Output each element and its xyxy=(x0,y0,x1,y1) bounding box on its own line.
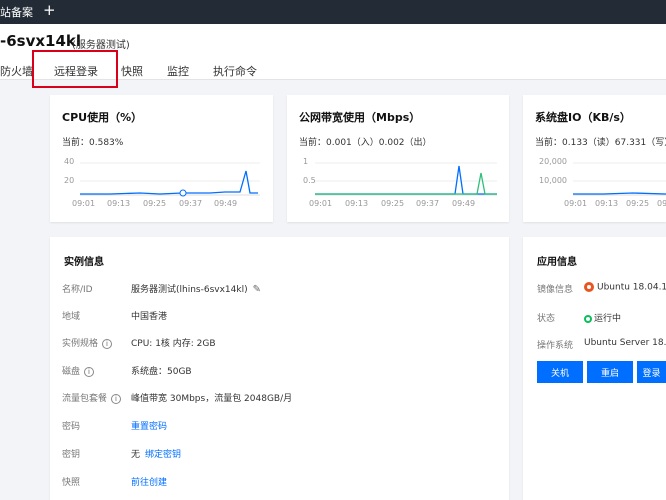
info-value-key: 无 xyxy=(131,450,141,460)
login-button[interactable]: 登录 xyxy=(637,361,666,383)
instance-tag: (服务器测试) xyxy=(72,40,130,51)
spec-label-text: 实例规格 xyxy=(62,339,99,349)
cpu-x-tick: 09:49 xyxy=(214,199,238,208)
shutdown-button[interactable]: 关机 xyxy=(537,361,583,383)
cpu-x-tick: 09:37 xyxy=(179,199,203,208)
instance-info-card: 实例信息 名称/ID 服务器测试(lhins-6svx14kl) ✎ 地域 中国香… xyxy=(50,237,509,500)
tab-monitor[interactable]: 监控 xyxy=(167,63,189,79)
info-label-snapshot: 快照 xyxy=(62,478,81,488)
app-label-os: 操作系统 xyxy=(537,341,574,351)
cpu-x-tick: 09:25 xyxy=(143,199,167,208)
cpu-hover-point xyxy=(179,189,187,197)
app-label-image: 镜像信息 xyxy=(537,285,574,295)
network-x-tick: 09:25 xyxy=(381,199,405,208)
info-label-traffic: 流量包套餐 i xyxy=(62,391,122,404)
running-status-icon xyxy=(584,314,592,323)
cpu-series-line xyxy=(80,170,258,195)
info-label-key: 密钥 xyxy=(62,450,81,460)
tab-firewall[interactable]: 防火墙 xyxy=(0,63,33,79)
info-value-spec: CPU: 1核 内存: 2GB xyxy=(131,339,216,349)
app-value-image: Ubuntu 18.04.1 LTS xyxy=(584,282,666,293)
info-label-disk: 磁盘 i xyxy=(62,364,95,377)
traffic-info-icon[interactable]: i xyxy=(111,393,122,404)
disk-x-tick: 09:13 xyxy=(595,199,619,208)
info-value-traffic: 峰值带宽 30Mbps，流量包 2048GB/月 xyxy=(131,394,293,404)
app-label-status: 状态 xyxy=(537,314,556,324)
network-x-tick: 09:01 xyxy=(309,199,333,208)
info-label-name-id: 名称/ID xyxy=(62,285,93,295)
info-value-disk: 系统盘：50GB xyxy=(131,367,192,377)
network-chart-card: 公网带宽使用（Mbps） 当前：0.001（入）0.002（出） 1 0.5 0… xyxy=(287,95,509,222)
instance-name-id-text: 服务器测试(lhins-6svx14kl) xyxy=(131,285,248,295)
network-x-tick: 09:13 xyxy=(345,199,369,208)
cpu-x-tick: 09:13 xyxy=(107,199,131,208)
instance-info-title: 实例信息 xyxy=(64,257,104,268)
app-value-status: 运行中 xyxy=(584,311,621,324)
add-tab-icon[interactable]: + xyxy=(43,1,56,19)
disk-series-line xyxy=(573,192,666,195)
disk-x-tick: 09:25 xyxy=(626,199,650,208)
cpu-x-tick: 09:01 xyxy=(72,199,96,208)
status-value-text: 运行中 xyxy=(594,314,622,324)
image-value-text: Ubuntu 18.04.1 LTS xyxy=(597,282,666,293)
tab-snapshot[interactable]: 快照 xyxy=(121,63,143,79)
disk-io-chart-card: 系统盘IO（KB/s） 当前：0.133（读）67.331（写） 20,000 … xyxy=(523,95,666,222)
network-x-tick: 09:49 xyxy=(452,199,476,208)
disk-x-tick: 09:01 xyxy=(564,199,588,208)
info-label-password: 密码 xyxy=(62,422,81,432)
reset-password-link[interactable]: 重置密码 xyxy=(131,419,167,432)
info-value-name-id: 服务器测试(lhins-6svx14kl) ✎ xyxy=(131,282,261,295)
network-in-series-line xyxy=(315,165,497,195)
spec-info-icon[interactable]: i xyxy=(102,338,113,349)
disk-info-icon[interactable]: i xyxy=(84,366,95,377)
app-value-os: Ubuntu Server 18.04.1 xyxy=(584,338,666,348)
instance-name: -6svx14kl xyxy=(0,32,82,50)
create-snapshot-link[interactable]: 前往创建 xyxy=(131,475,167,488)
tab-execute-command[interactable]: 执行命令 xyxy=(213,63,257,79)
edit-pencil-icon[interactable]: ✎ xyxy=(253,284,261,295)
ubuntu-logo-icon xyxy=(584,282,594,292)
bind-key-link[interactable]: 绑定密钥 xyxy=(145,447,181,460)
disk-label-text: 磁盘 xyxy=(62,367,81,377)
traffic-label-text: 流量包套餐 xyxy=(62,394,108,404)
top-bar: 站备案 + xyxy=(0,0,666,24)
disk-x-tick: 09:37 xyxy=(657,199,666,208)
restart-button[interactable]: 重启 xyxy=(587,361,633,383)
network-x-tick: 09:37 xyxy=(416,199,440,208)
top-tab-label[interactable]: 站备案 xyxy=(0,4,33,20)
cpu-chart-card: CPU使用（%） 当前：0.583% 40 20 09:01 09:13 09:… xyxy=(50,95,273,222)
network-out-series-line xyxy=(315,172,497,195)
info-value-region: 中国香港 xyxy=(131,312,168,322)
info-label-region: 地域 xyxy=(62,312,81,322)
info-label-spec: 实例规格 i xyxy=(62,336,113,349)
remote-login-highlight-box xyxy=(32,50,118,88)
app-info-title: 应用信息 xyxy=(537,257,577,268)
